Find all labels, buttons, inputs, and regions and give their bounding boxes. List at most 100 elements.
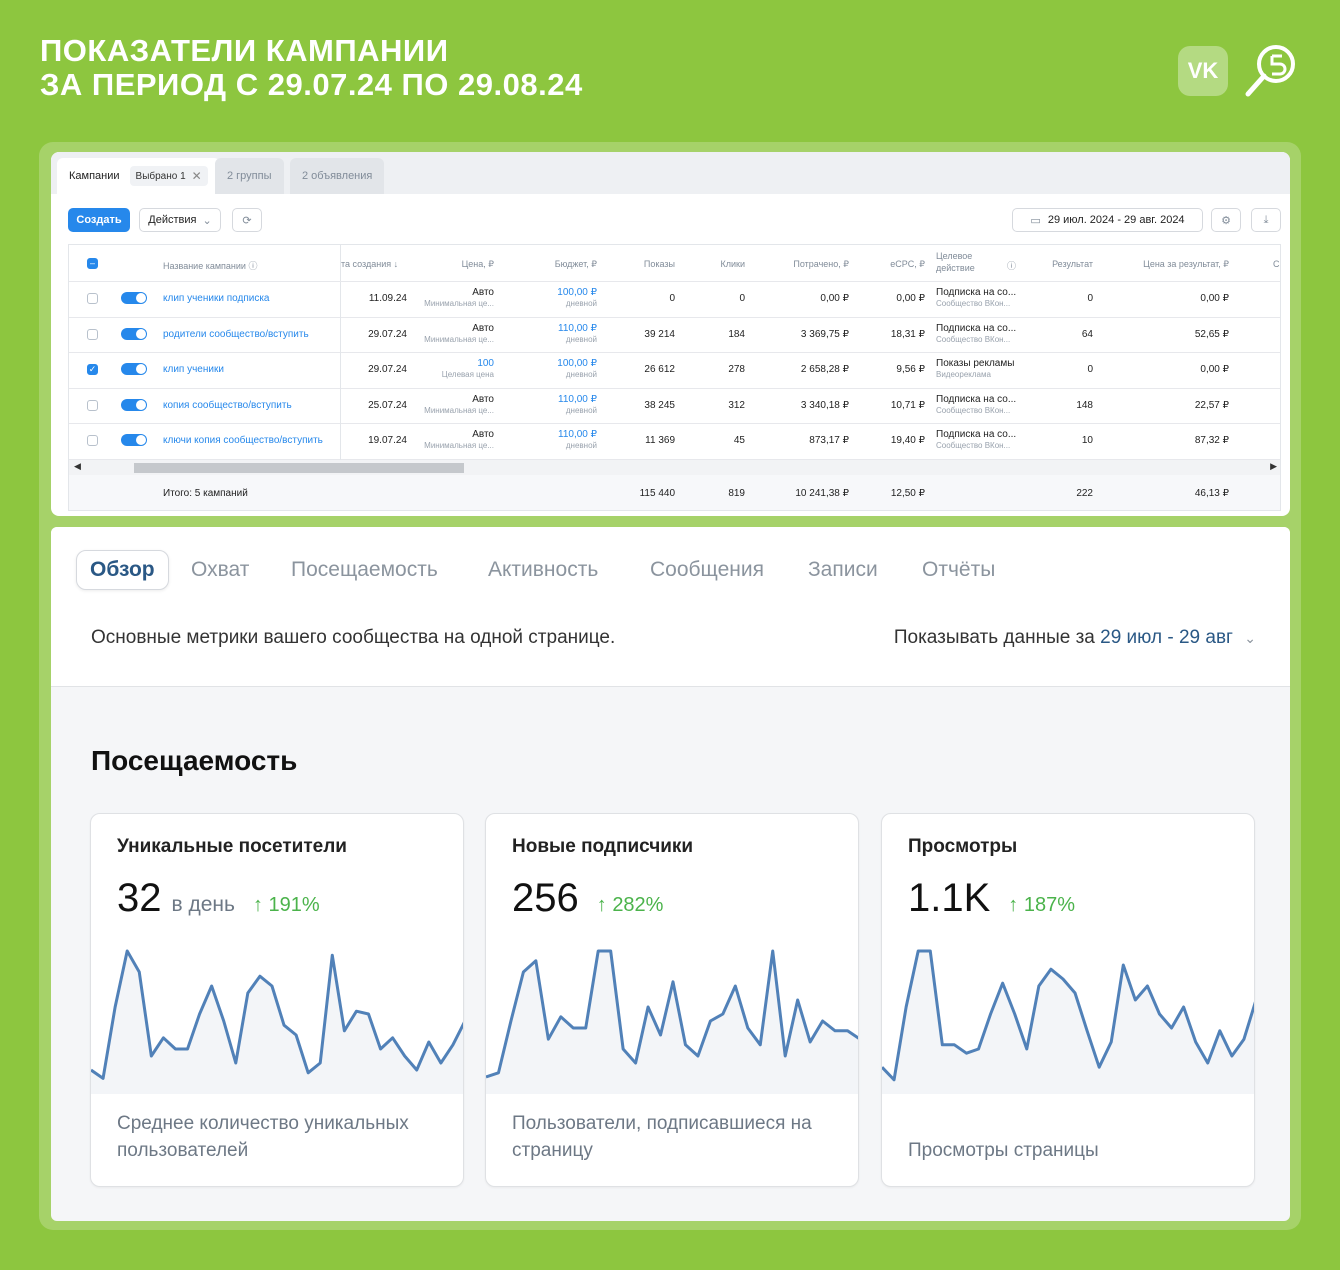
result-value: 0 — [1087, 293, 1093, 304]
row-checkbox[interactable] — [87, 328, 98, 340]
result-value: 0 — [1087, 364, 1093, 375]
shows-value: 26 612 — [644, 364, 675, 375]
target-action: Подписка на со... — [936, 393, 1017, 405]
clicks-value: 45 — [733, 435, 745, 446]
col-ecpc[interactable]: eCPC, ₽ — [875, 259, 925, 270]
tab-ads[interactable]: 2 объявления — [290, 158, 385, 194]
col-name[interactable]: Название кампании ⓘ — [163, 259, 257, 272]
select-all-checkbox[interactable]: – — [87, 258, 98, 269]
budget-value[interactable]: 100,00 ₽ — [517, 287, 597, 298]
row-checkbox[interactable]: ✓ — [87, 364, 98, 375]
row-checkbox[interactable] — [87, 435, 98, 446]
table-row[interactable]: копия сообщество/вступить 25.07.24 Авто Мин… — [69, 388, 1280, 424]
campaign-name-link[interactable]: клип ученики подписка — [163, 293, 269, 304]
ecpc-value: 19,40 ₽ — [890, 435, 925, 446]
col-created[interactable]: та создания ↓ — [341, 259, 398, 269]
tab-messages[interactable]: Сообщения — [650, 550, 764, 590]
metric-card-views[interactable]: Просмотры 1.1K ↑ 187% Просмотры страницы — [881, 813, 1255, 1187]
tab-activity[interactable]: Активность — [488, 550, 598, 590]
budget-value[interactable]: 110,00 ₽ — [517, 394, 597, 405]
col-budget[interactable]: Бюджет, ₽ — [537, 259, 597, 270]
budget-value[interactable]: 110,00 ₽ — [517, 429, 597, 440]
tab-campaigns[interactable]: Кампании Выбрано 1 ✕ — [57, 158, 220, 194]
budget-cell: 110,00 ₽ дневной — [517, 323, 597, 345]
sparkline-chart — [486, 949, 858, 1094]
calendar-icon: ▭ — [1030, 214, 1041, 227]
col-clicks[interactable]: Клики — [685, 259, 746, 269]
metric-card-unique-visitors[interactable]: Уникальные посетители 32 в день ↑ 191% С… — [90, 813, 464, 1187]
settings-button[interactable]: ⚙ — [1211, 208, 1241, 232]
campaign-name-link[interactable]: ключи копия сообщество/вступить — [163, 435, 323, 446]
tab-overview[interactable]: Обзор — [76, 550, 169, 590]
target-action-sub: Сообщество ВКон... — [936, 441, 1011, 450]
totals-shows: 115 440 — [639, 488, 675, 499]
totals-row: Итого: 5 кампаний 115 440 819 10 241,38 … — [69, 475, 1280, 510]
tab-posts[interactable]: Записи — [808, 550, 878, 590]
col-result[interactable]: Результат — [1019, 259, 1093, 269]
page-title: ПОКАЗАТЕЛИ КАМПАНИИ ЗА ПЕРИОД С 29.07.24… — [40, 34, 583, 102]
tab-groups[interactable]: 2 группы — [215, 158, 284, 194]
row-checkbox[interactable] — [87, 399, 98, 411]
refresh-icon: ⟳ — [242, 214, 252, 227]
table-row[interactable]: ✓ клип ученики 29.07.24 100 Целевая цена 100,… — [69, 352, 1280, 388]
campaign-toggle[interactable] — [121, 434, 147, 446]
campaign-toggle[interactable] — [121, 327, 147, 340]
selected-chip[interactable]: Выбрано 1 ✕ — [129, 166, 208, 186]
tab-reports[interactable]: Отчёты — [922, 550, 995, 590]
card-footer: Просмотры страницы — [908, 1140, 1099, 1161]
metric-card-new-subscribers[interactable]: Новые подписчики 256 ↑ 282% Пользователи… — [485, 813, 859, 1187]
target-action-sub: Сообщество ВКон... — [936, 334, 1011, 344]
info-icon: ⓘ — [248, 261, 258, 271]
title-line-1: ПОКАЗАТЕЛИ КАМПАНИИ — [40, 33, 449, 68]
chevron-down-icon[interactable]: ⌄ — [1244, 630, 1256, 646]
tab-reach[interactable]: Охват — [191, 550, 249, 590]
shows-value: 11 369 — [645, 435, 675, 446]
price-result-value: 0,00 ₽ — [1200, 293, 1229, 304]
col-target[interactable]: Целевое действие — [936, 250, 975, 274]
scroll-right-icon[interactable]: ▶ — [1270, 461, 1277, 472]
budget-cell: 100,00 ₽ дневной — [517, 287, 597, 309]
campaign-toggle[interactable] — [121, 292, 147, 304]
result-value: 10 — [1081, 435, 1093, 446]
budget-sub: дневной — [565, 299, 597, 308]
period-value[interactable]: 29 июл - 29 авг — [1100, 627, 1233, 648]
table-row[interactable]: родители сообщество/вступить 29.07.24 Авто… — [69, 317, 1280, 353]
horizontal-scrollbar[interactable]: ◀ ▶ — [69, 460, 1280, 475]
arrow-up-icon: ↑ — [1008, 894, 1019, 916]
campaign-name-link[interactable]: копия сообщество/вступить — [163, 400, 292, 411]
totals-clicks: 819 — [728, 488, 745, 499]
spent-value: 0,00 ₽ — [820, 293, 849, 304]
budget-value[interactable]: 110,00 ₽ — [517, 323, 597, 334]
period-selector[interactable]: Показывать данные за 29 июл - 29 авг ⌄ — [894, 627, 1256, 649]
col-spent[interactable]: Потрачено, ₽ — [769, 259, 849, 270]
budget-value[interactable]: 100,00 ₽ — [517, 358, 597, 369]
refresh-button[interactable]: ⟳ — [232, 208, 262, 232]
close-icon[interactable]: ✕ — [192, 169, 202, 183]
col-price[interactable]: Цена, ₽ — [434, 259, 494, 270]
create-button[interactable]: Создать — [68, 208, 130, 232]
shows-value: 0 — [669, 293, 675, 304]
scroll-left-icon[interactable]: ◀ — [74, 461, 81, 472]
date-range-picker[interactable]: ▭ 29 июл. 2024 - 29 авг. 2024 — [1012, 208, 1203, 232]
campaign-name-link[interactable]: клип ученики — [163, 364, 224, 375]
date-range-label: 29 июл. 2024 - 29 авг. 2024 — [1047, 214, 1185, 226]
table-row[interactable]: ключи копия сообщество/вступить 19.07.24 А… — [69, 423, 1280, 459]
campaign-name-link[interactable]: родители сообщество/вступить — [163, 329, 309, 340]
budget-cell: 110,00 ₽ дневной — [517, 429, 597, 451]
price-result-value: 22,57 ₽ — [1194, 399, 1229, 411]
actions-dropdown[interactable]: Действия ⌄ — [139, 208, 221, 232]
campaign-toggle[interactable] — [121, 363, 147, 375]
col-shows[interactable]: Показы — [615, 259, 675, 269]
target-action-cell: Показы рекламы Видеореклама — [936, 358, 1014, 380]
row-checkbox[interactable] — [87, 293, 98, 304]
stats-header: Обзор Охват Посещаемость Активность Сооб… — [51, 527, 1290, 687]
scrollbar-thumb[interactable] — [134, 463, 464, 473]
price-sub: Минимальная це... — [424, 299, 494, 308]
card-footer: Среднее количество уникальных пользовате… — [117, 1113, 409, 1161]
table-row[interactable]: клип ученики подписка 11.09.24 Авто Минимал… — [69, 281, 1280, 317]
download-button[interactable]: ⤓ — [1251, 208, 1281, 232]
col-price-result[interactable]: Цена за результат, ₽ — [1109, 259, 1229, 270]
tab-attendance[interactable]: Посещаемость — [291, 550, 438, 590]
campaign-toggle[interactable] — [121, 398, 147, 411]
price-value: Авто — [472, 322, 494, 334]
